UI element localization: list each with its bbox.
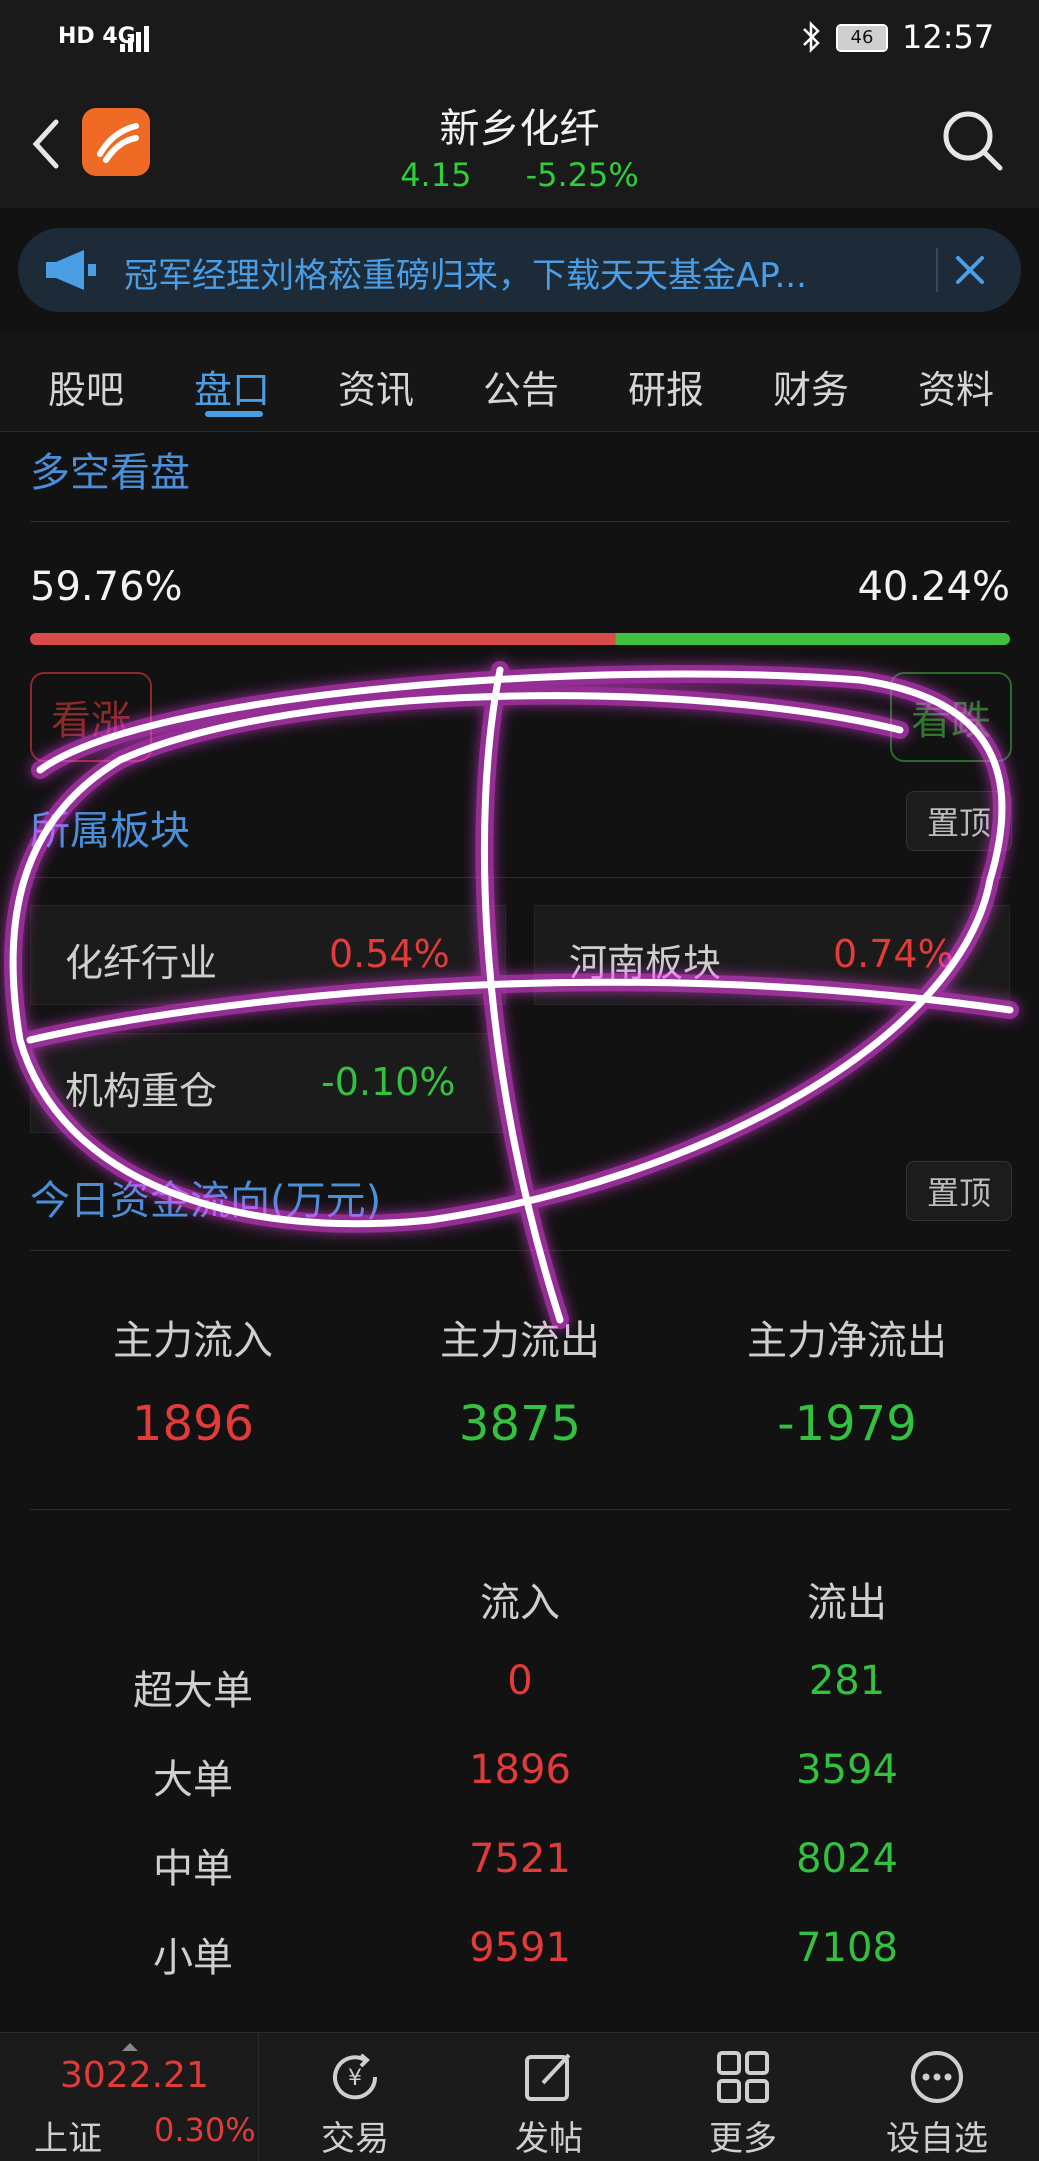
- row-label: 大单: [153, 1757, 233, 1803]
- promo-banner[interactable]: 冠军经理刘格菘重磅归来，下载天天基金AP...: [18, 228, 1021, 312]
- row-inflow: 7521: [469, 1836, 571, 1882]
- pin-button[interactable]: 置顶: [906, 1161, 1012, 1221]
- row-outflow: 281: [808, 1658, 886, 1704]
- nav-trade[interactable]: ¥ 交易: [258, 2033, 452, 2161]
- tab-news[interactable]: 资讯: [338, 359, 414, 414]
- main-outflow-label: 主力流出: [440, 1318, 600, 1364]
- bottom-bar: 3022.21 上证 0.30% ¥ 交易 发帖 更多 设自选: [0, 2032, 1039, 2161]
- stock-header: 新乡化纤 4.15 -5.25%: [0, 78, 1039, 208]
- tab-guba[interactable]: 股吧: [48, 359, 124, 414]
- tab-pankou[interactable]: 盘口: [194, 359, 270, 414]
- sector-card-institutional[interactable]: 机构重仓 -0.10%: [30, 1033, 506, 1133]
- row-inflow: 1896: [469, 1747, 571, 1793]
- sentiment-title: 多空看盘: [30, 450, 190, 496]
- tab-bar: 股吧 盘口 资讯 公告 研报 财务 资料: [0, 335, 1039, 432]
- bear-percentage: 40.24%: [857, 564, 1010, 610]
- compose-icon: [525, 2053, 571, 2101]
- clock: 12:57: [902, 18, 995, 56]
- bullish-button[interactable]: 看涨: [30, 672, 152, 762]
- bluetooth-icon: [803, 20, 820, 54]
- row-inflow: 0: [507, 1658, 533, 1704]
- row-label: 超大单: [133, 1668, 253, 1714]
- bearish-button[interactable]: 看跌: [890, 672, 1012, 762]
- main-net-outflow-value: -1979: [777, 1396, 917, 1452]
- bull-percentage: 59.76%: [30, 564, 183, 610]
- main-inflow-value: 1896: [131, 1396, 255, 1452]
- grid-icon: [717, 2051, 769, 2103]
- svg-text:¥: ¥: [348, 2066, 362, 2091]
- sector-card-henan[interactable]: 河南板块 0.74%: [534, 905, 1010, 1005]
- sector-name: 河南板块: [569, 941, 722, 985]
- search-icon[interactable]: [940, 108, 1006, 174]
- sector-change: 0.74%: [833, 932, 954, 976]
- sectors-title: 所属板块: [30, 808, 190, 854]
- megaphone-icon: [46, 250, 96, 290]
- index-ticker[interactable]: 3022.21 上证 0.30%: [0, 2033, 259, 2161]
- column-header-outflow: 流出: [807, 1580, 887, 1626]
- divider: [30, 1250, 1010, 1251]
- battery-level: 46: [838, 26, 886, 50]
- main-outflow-value: 3875: [458, 1396, 582, 1452]
- nav-add-watchlist[interactable]: 设自选: [840, 2033, 1034, 2161]
- nav-label: 交易: [321, 2119, 389, 2159]
- column-header-inflow: 流入: [480, 1580, 560, 1626]
- divider: [30, 877, 1010, 878]
- sector-change: 0.54%: [329, 932, 450, 976]
- close-icon[interactable]: [950, 250, 990, 290]
- tab-profile[interactable]: 资料: [918, 359, 994, 414]
- pin-button[interactable]: 置顶: [906, 791, 1012, 851]
- row-outflow: 3594: [796, 1747, 898, 1793]
- row-outflow: 8024: [796, 1836, 898, 1882]
- index-name: 上证: [34, 2119, 102, 2159]
- divider: [30, 521, 1010, 522]
- row-label: 中单: [153, 1846, 233, 1892]
- banner-text: 冠军经理刘格菘重磅归来，下载天天基金AP...: [124, 256, 807, 296]
- signal-icon: [120, 26, 149, 52]
- banner-divider: [936, 248, 938, 292]
- trade-icon: ¥: [333, 2053, 378, 2100]
- more-icon: [911, 2051, 963, 2103]
- nav-label: 发帖: [515, 2119, 583, 2159]
- sector-card-fiber[interactable]: 化纤行业 0.54%: [30, 905, 506, 1005]
- row-label: 小单: [153, 1935, 233, 1981]
- nav-more[interactable]: 更多: [646, 2033, 840, 2161]
- stock-name: 新乡化纤: [439, 106, 600, 152]
- price-change-pct: -5.25%: [525, 156, 639, 194]
- divider: [30, 1509, 1010, 1510]
- tab-announcements[interactable]: 公告: [483, 359, 559, 414]
- row-outflow: 7108: [796, 1925, 898, 1971]
- sentiment-ratio-bar: [30, 633, 1010, 645]
- sector-name: 机构重仓: [65, 1069, 218, 1113]
- nav-post[interactable]: 发帖: [452, 2033, 646, 2161]
- main-inflow-label: 主力流入: [113, 1318, 273, 1364]
- nav-label: 更多: [709, 2119, 777, 2159]
- sector-name: 化纤行业: [65, 941, 218, 985]
- nav-label: 设自选: [886, 2119, 988, 2159]
- tab-research[interactable]: 研报: [628, 359, 704, 414]
- price-line: 4.15 -5.25%: [0, 156, 1039, 194]
- index-value: 3022.21: [60, 2055, 209, 2096]
- main-net-outflow-label: 主力净流出: [747, 1318, 947, 1364]
- tab-finance[interactable]: 财务: [773, 359, 849, 414]
- index-change: 0.30%: [154, 2111, 256, 2149]
- sector-change: -0.10%: [321, 1060, 456, 1104]
- caret-up-icon: [122, 2043, 138, 2051]
- capital-flow-title: 今日资金流向(万元): [30, 1178, 382, 1224]
- row-inflow: 9591: [469, 1925, 571, 1971]
- current-price: 4.15: [400, 156, 472, 194]
- battery-icon: 46: [836, 24, 888, 52]
- status-bar: HD 4G 46 12:57: [0, 0, 1039, 78]
- tab-active-indicator: [205, 411, 263, 417]
